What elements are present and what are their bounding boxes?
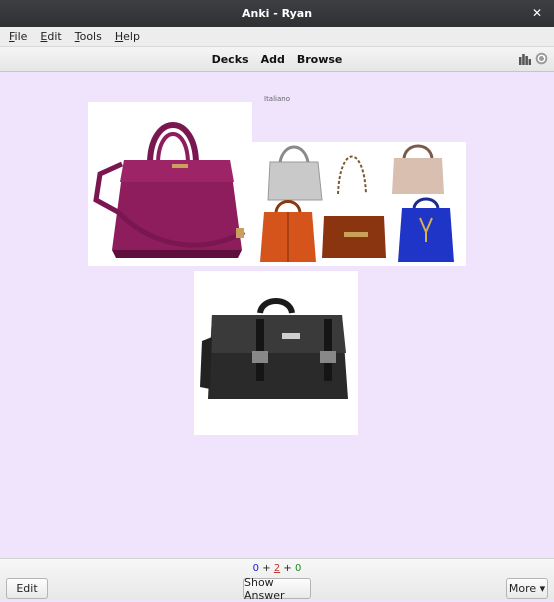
handbag-collection-illustration [260,144,454,262]
menu-file-label: ile [14,30,28,43]
camera-bag-illustration [200,298,348,399]
menu-tools[interactable]: Tools [75,30,102,43]
add-link[interactable]: Add [261,53,285,66]
menu-bar: File Edit Tools Help [0,27,554,47]
browse-link[interactable]: Browse [297,53,343,66]
decks-link[interactable]: Decks [212,53,249,66]
due-counts: 0 + 2 + 0 [0,563,554,574]
count-separator-2: + [283,563,292,574]
new-count: 0 [252,563,260,574]
show-answer-button[interactable]: Show Answer [243,576,311,602]
menu-file[interactable]: File [9,30,27,43]
handbags-grid-image [252,142,466,266]
review-count: 0 [294,563,302,574]
menu-edit-label: dit [47,30,62,43]
menu-edit[interactable]: Edit [40,30,61,43]
more-button[interactable]: More ▾ [506,578,548,599]
handbag-image [88,102,252,266]
anki-window: Anki - Ryan ✕ File Edit Tools Help Decks… [0,0,554,602]
close-icon[interactable]: ✕ [530,6,544,20]
menu-help-mnemonic: H [114,30,124,43]
menu-tools-label: ools [79,30,102,43]
sync-icon[interactable] [535,52,548,65]
window-title: Anki - Ryan [241,7,313,20]
menu-help[interactable]: Help [115,30,140,43]
count-separator-1: + [262,563,271,574]
main-toolbar: Decks Add Browse [0,47,554,72]
title-bar: Anki - Ryan ✕ [0,0,554,27]
bottom-bar: 0 + 2 + 0 Edit Show Answer More ▾ [0,558,554,602]
stats-icon[interactable] [519,53,531,65]
deck-name: Italiano [264,95,290,103]
edit-button[interactable]: Edit [6,578,48,599]
menu-help-label: elp [123,30,140,43]
learn-count: 2 [273,563,281,574]
magenta-handbag-illustration [93,122,246,258]
toolbar-right-icons [519,52,548,65]
card-area: Italiano [0,72,554,558]
camera-bag-image [194,271,358,435]
